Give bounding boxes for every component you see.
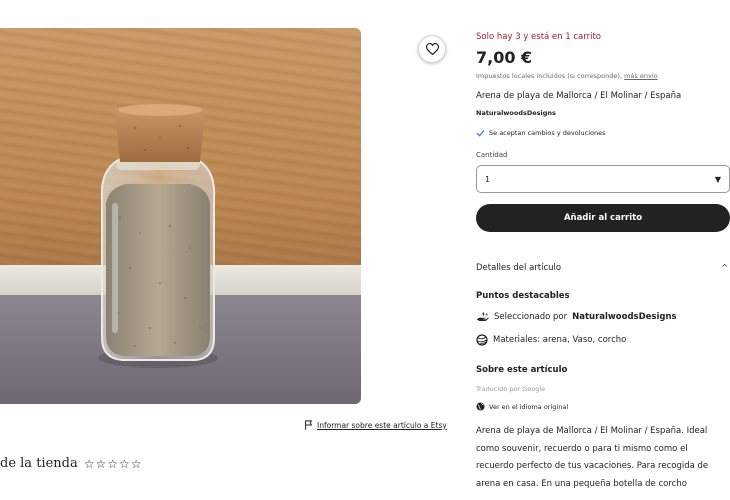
shop-reviews-label: de la tienda xyxy=(0,456,78,471)
check-icon xyxy=(476,129,485,137)
original-language-label: Ver en el idioma original xyxy=(489,402,569,411)
etsy-hand-icon xyxy=(476,312,489,321)
description-line: como souvenir, recuerdo o para ti mismo … xyxy=(476,443,688,454)
highlights-title: Puntos destacables xyxy=(476,291,570,301)
taxes-note: Impuestos locales incluidos (si correspo… xyxy=(476,72,658,80)
report-item-link[interactable]: Informar sobre este artículo a Etsy xyxy=(304,420,447,430)
quantity-label: Cantidad xyxy=(476,151,508,159)
taxes-text: Impuestos locales incluidos (si correspo… xyxy=(476,72,623,80)
returns-policy: Se aceptan cambios y devoluciones xyxy=(476,129,606,137)
item-details-toggle[interactable]: Detalles del artículo ^ xyxy=(476,263,730,273)
translated-note: Traducido por Google xyxy=(476,385,546,393)
description-line: Arena de playa de Mallorca / El Molinar … xyxy=(476,426,708,436)
add-to-cart-button[interactable]: Añadir al carrito xyxy=(476,204,730,232)
report-item-label: Informar sobre este artículo a Etsy xyxy=(317,420,447,430)
star-rating: ☆☆☆☆☆ xyxy=(83,456,143,471)
sand-bottle-illustration xyxy=(98,104,218,368)
shop-reviews-heading: de la tienda ☆☆☆☆☆ xyxy=(0,456,143,471)
price: 7,00 € xyxy=(476,48,533,67)
product-title: Arena de playa de Mallorca / El Molinar … xyxy=(476,91,682,101)
materials-row: Materiales: arena, Vaso, corcho xyxy=(476,334,626,346)
original-language-link[interactable]: Ver en el idioma original xyxy=(476,402,568,411)
curated-prefix: Seleccionado por xyxy=(494,311,568,322)
shipping-link[interactable]: más envío xyxy=(624,72,658,80)
materials-label: Materiales: arena, Vaso, corcho xyxy=(493,335,627,345)
stock-notice: Solo hay 3 y está en 1 carrito xyxy=(476,32,601,42)
seller-link[interactable]: NaturalwoodsDesigns xyxy=(476,109,556,117)
chevron-up-icon: ^ xyxy=(721,263,728,272)
item-description: Arena de playa de Mallorca / El Molinar … xyxy=(476,423,730,493)
quantity-select[interactable]: 1 ▼ xyxy=(476,165,730,193)
returns-label: Se aceptan cambios y devoluciones xyxy=(489,129,606,137)
flag-icon xyxy=(305,420,313,430)
globe-icon xyxy=(476,402,485,411)
heart-icon xyxy=(425,43,439,55)
curated-shop-link[interactable]: NaturalwoodsDesigns xyxy=(572,312,676,322)
description-line: recuerdo perfecto de tus vacaciones. Par… xyxy=(476,461,709,471)
quantity-value: 1 xyxy=(485,174,491,184)
description-line: arena en casa. En una pequeña botella de… xyxy=(476,478,687,489)
caret-down-icon: ▼ xyxy=(714,175,721,184)
item-details-label: Detalles del artículo xyxy=(476,263,562,273)
yarn-icon xyxy=(476,334,488,346)
favorite-button[interactable] xyxy=(418,35,446,63)
curated-by-row: Seleccionado por NaturalwoodsDesigns xyxy=(476,311,677,322)
about-item-title: Sobre este artículo xyxy=(476,365,568,375)
product-image[interactable] xyxy=(0,28,361,404)
